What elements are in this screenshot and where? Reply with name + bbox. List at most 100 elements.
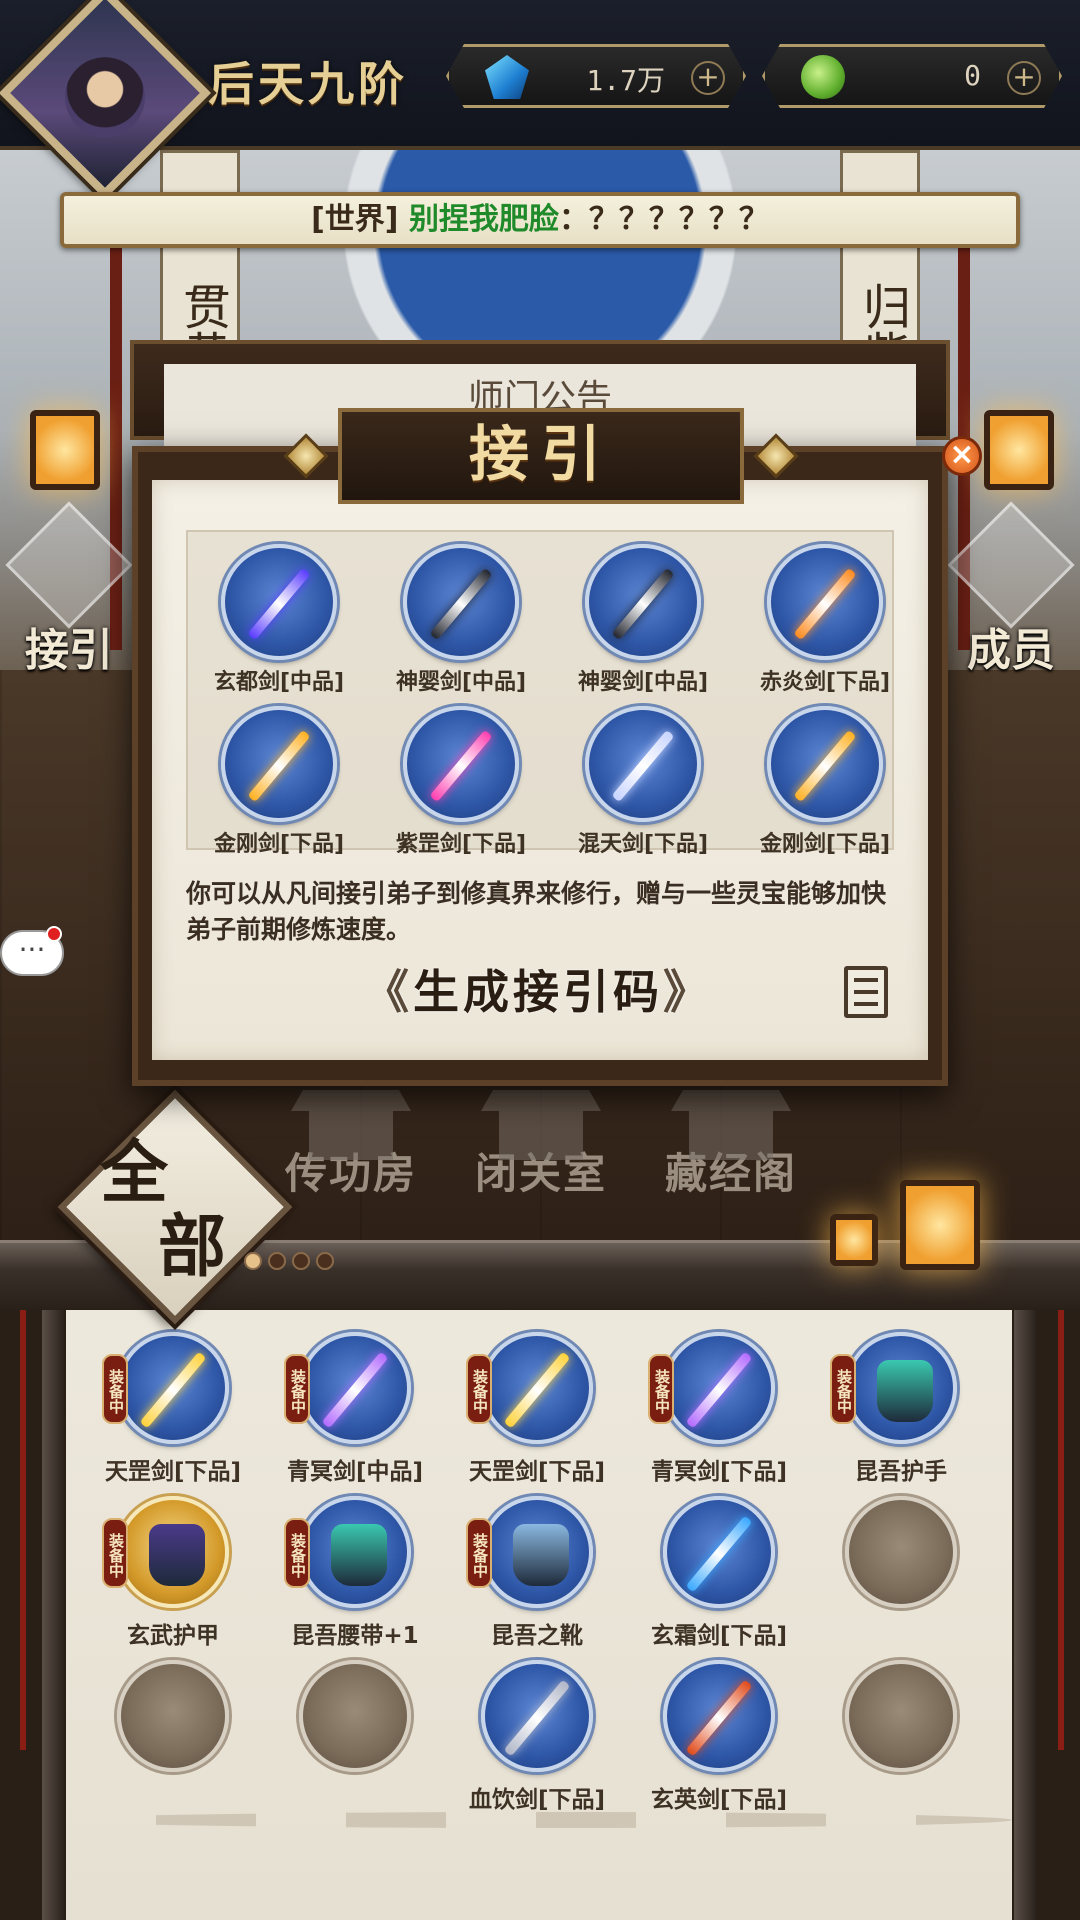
reward-item[interactable]: 混天剑[下品]: [558, 706, 728, 858]
add-jade-button[interactable]: +: [1007, 61, 1041, 95]
sword-icon: [481, 1660, 593, 1772]
inventory-item[interactable]: 装备中 天罡剑[下品]: [88, 1332, 258, 1486]
tab-skill-room[interactable]: 传功房: [276, 1090, 426, 1201]
recruit-side-label: 接引: [25, 625, 113, 676]
sword-icon: [299, 1332, 411, 1444]
equipped-badge: 装备中: [102, 1354, 128, 1424]
reward-item-name: 混天剑[下品]: [577, 832, 709, 857]
armor-icon: [845, 1332, 957, 1444]
inventory-item-name: 昆吾之靴: [491, 1623, 583, 1649]
inventory-item[interactable]: 血饮剑[下品]: [452, 1660, 622, 1814]
inventory-item-name: 昆吾护手: [855, 1459, 947, 1485]
sword-icon: [221, 706, 337, 822]
inventory-grid: 装备中 天罡剑[下品] 装备中 青冥剑[中品] 装备中 天罡剑[下品] 装备中 青冥剑[下品]…: [66, 1310, 1012, 1920]
jade-value: 0: [964, 59, 981, 92]
inventory-item-name: 青冥剑[中品]: [286, 1459, 424, 1485]
equipped-badge: 装备中: [466, 1518, 492, 1588]
inventory-item[interactable]: 玄霜剑[下品]: [634, 1496, 804, 1650]
equipped-badge: 装备中: [284, 1518, 310, 1588]
reward-item-name: 神婴剑[中品]: [577, 670, 709, 695]
inventory-item[interactable]: 装备中 天罡剑[下品]: [452, 1332, 622, 1486]
recruit-side-button[interactable]: 接引: [5, 501, 133, 678]
inventory-item-name: 血饮剑[下品]: [468, 1787, 606, 1813]
spirit-stone-counter: 1.7万 +: [446, 44, 746, 108]
inventory-item-name: 玄武护甲: [127, 1623, 219, 1649]
tab-all-char-1: 全: [100, 1133, 169, 1213]
inventory-item-name: 青冥剑[下品]: [650, 1459, 788, 1485]
chat-notification-dot: [46, 926, 62, 942]
reward-item[interactable]: 紫罡剑[下品]: [376, 706, 546, 858]
modal-title: 接引: [469, 420, 613, 490]
tab-all-label: 全 部: [100, 1136, 250, 1284]
reward-item[interactable]: 金刚剑[下品]: [194, 706, 364, 858]
sword-icon: [585, 544, 701, 660]
inventory-item[interactable]: 装备中 昆吾护手: [816, 1332, 986, 1486]
inventory-item[interactable]: 装备中青冥剑[下品]: [634, 1332, 804, 1486]
inventory-item-name: 玄英剑[下品]: [650, 1787, 788, 1813]
reward-item[interactable]: 玄都剑[中品]: [194, 544, 364, 696]
left-scroll-rail: [42, 1310, 64, 1920]
jade-counter: 0 +: [762, 44, 1062, 108]
reward-item-name: 金刚剑[下品]: [759, 832, 891, 857]
generate-code-button[interactable]: 《生成接引码》: [346, 960, 730, 1024]
right-lantern: [984, 410, 1054, 490]
avatar-portrait: [65, 57, 145, 138]
chat-sender[interactable]: 别捏我肥脸: [409, 202, 559, 237]
sword-icon: [767, 544, 883, 660]
page-dot: [292, 1252, 310, 1270]
empty-slot-icon: [117, 1660, 229, 1772]
reward-item-name: 玄都剑[中品]: [213, 670, 345, 695]
left-lantern: [30, 410, 100, 490]
inventory-item[interactable]: 装备中青冥剑[中品]: [270, 1332, 440, 1486]
left-scroll-cord: [20, 1310, 26, 1750]
pavilion-icon: [671, 1090, 791, 1160]
members-side-button[interactable]: 成员: [947, 501, 1075, 678]
sword-icon: [117, 1332, 229, 1444]
inventory-item[interactable]: 玄英剑[下品]: [634, 1660, 804, 1814]
empty-slot[interactable]: [816, 1496, 986, 1608]
empty-slot[interactable]: [270, 1660, 440, 1772]
inventory-item[interactable]: 装备中昆吾腰带+1: [270, 1496, 440, 1650]
page-dot: [268, 1252, 286, 1270]
next-row-peek: [66, 1812, 1012, 1828]
sword-icon: [403, 706, 519, 822]
modal-description: 你可以从凡间接引弟子到修真界来修行，赠与一些灵宝能够加快弟子前期修炼速度。: [186, 879, 887, 944]
inventory-item-name: 天罡剑[下品]: [468, 1459, 606, 1485]
page-indicator: [244, 1252, 340, 1274]
reward-item[interactable]: 金刚剑[下品]: [740, 706, 910, 858]
reward-item[interactable]: 神婴剑[中品]: [558, 544, 728, 696]
spirit-stone-value: 1.7万: [586, 64, 665, 97]
sword-icon: [481, 1332, 593, 1444]
empty-slot[interactable]: [88, 1660, 258, 1772]
sword-icon: [585, 706, 701, 822]
empty-slot[interactable]: [816, 1660, 986, 1772]
reward-item[interactable]: 赤炎剑[下品]: [740, 544, 910, 696]
arrow-right: 》: [663, 965, 713, 1019]
floor-lantern-large: [900, 1180, 980, 1270]
generate-code-label: 生成接引码: [413, 965, 663, 1019]
reward-item[interactable]: 神婴剑[中品]: [376, 544, 546, 696]
top-bar: 后天九阶 1.7万 + 0 +: [0, 0, 1080, 200]
arrow-left: 《: [363, 965, 413, 1019]
inventory-item-name: 玄霜剑[下品]: [650, 1623, 788, 1649]
right-scroll-cord: [1058, 1310, 1064, 1750]
equipped-badge: 装备中: [648, 1354, 674, 1424]
chat-message: ：？？？？？？: [558, 202, 769, 237]
page-dot-active: [244, 1252, 262, 1270]
recruit-icon: [5, 501, 133, 629]
jade-icon: [801, 55, 845, 99]
inventory-item[interactable]: 装备中 玄武护甲: [88, 1496, 258, 1650]
reward-item-name: 赤炎剑[下品]: [759, 670, 891, 695]
list-icon[interactable]: [844, 966, 888, 1018]
reward-item-name: 紫罡剑[下品]: [395, 832, 527, 857]
world-chat-bar[interactable]: [世界] 别捏我肥脸：？？？？？？: [60, 192, 1020, 248]
tab-library[interactable]: 藏经阁: [656, 1090, 806, 1201]
equipped-badge: 装备中: [284, 1354, 310, 1424]
add-spirit-stone-button[interactable]: +: [691, 61, 725, 95]
inventory-item-name: 昆吾腰带+1: [291, 1623, 419, 1649]
inventory-item[interactable]: 装备中昆吾之靴: [452, 1496, 622, 1650]
sword-icon: [663, 1496, 775, 1608]
close-modal-button[interactable]: ×: [942, 436, 982, 476]
tab-retreat-room[interactable]: 闭关室: [466, 1090, 616, 1201]
reward-grid: 玄都剑[中品] 神婴剑[中品] 神婴剑[中品] 赤炎剑[下品] 金刚剑[下品] 紫罡剑[下…: [186, 530, 894, 857]
